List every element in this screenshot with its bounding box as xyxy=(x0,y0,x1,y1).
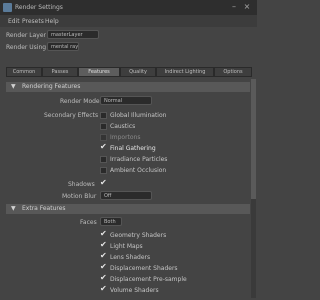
caustics-checkbox[interactable] xyxy=(100,123,107,130)
geometry-shaders-checkbox[interactable]: ✔ xyxy=(100,229,107,239)
geometry-shaders-label: Geometry Shaders xyxy=(110,232,167,239)
light-maps-checkbox[interactable]: ✔ xyxy=(100,240,107,250)
displacement-shaders-label: Displacement Shaders xyxy=(110,265,178,272)
importons-checkbox[interactable] xyxy=(100,134,107,141)
menu-bar: Edit Presets Help xyxy=(0,15,257,27)
checkmark-icon: ✔ xyxy=(100,178,107,187)
render-mode-label: Render Mode xyxy=(60,98,100,105)
render-using-label: Render Using xyxy=(6,44,47,51)
caustics-label: Caustics xyxy=(110,123,136,130)
tab-bar: Common Passes Features Quality Indirect … xyxy=(6,67,252,77)
render-using-dropdown[interactable]: mental ray xyxy=(47,42,79,51)
irradiance-particles-checkbox[interactable] xyxy=(100,156,107,163)
checkmark-icon: ✔ xyxy=(100,142,107,151)
render-settings-window: Render Settings – × Edit Presets Help Re… xyxy=(0,0,257,300)
motion-blur-label: Motion Blur xyxy=(62,193,97,200)
checkmark-icon: ✔ xyxy=(100,273,107,282)
displacement-shaders-checkbox[interactable]: ✔ xyxy=(100,262,107,272)
window-title: Render Settings xyxy=(15,4,63,11)
tab-common[interactable]: Common xyxy=(6,67,42,77)
checkmark-icon: ✔ xyxy=(100,251,107,260)
volume-shaders-checkbox[interactable]: ✔ xyxy=(100,284,107,294)
final-gathering-checkbox[interactable]: ✔ xyxy=(100,142,107,152)
title-bar: Render Settings – × xyxy=(0,0,257,15)
ambient-occlusion-label: Ambient Occlusion xyxy=(110,167,167,174)
secondary-effects-label: Secondary Effects xyxy=(44,112,99,119)
faces-dropdown[interactable]: Both xyxy=(100,217,122,226)
faces-label: Faces xyxy=(80,219,97,226)
menu-presets[interactable]: Presets xyxy=(22,18,44,25)
displacement-presample-label: Displacement Pre-sample xyxy=(110,276,187,283)
rendering-features-header[interactable]: ▼ Rendering Features xyxy=(6,82,250,92)
ambient-occlusion-checkbox[interactable] xyxy=(100,167,107,174)
menu-edit[interactable]: Edit xyxy=(8,18,20,25)
checkmark-icon: ✔ xyxy=(100,284,107,293)
tab-features[interactable]: Features xyxy=(78,67,120,77)
tab-quality[interactable]: Quality xyxy=(120,67,156,77)
tab-indirect-lighting[interactable]: Indirect Lighting xyxy=(156,67,214,77)
scrollbar-thumb[interactable] xyxy=(251,79,256,199)
irradiance-particles-label: Irradiance Particles xyxy=(110,156,168,163)
menu-help[interactable]: Help xyxy=(45,18,59,25)
motion-blur-dropdown[interactable]: Off xyxy=(100,191,152,200)
render-layer-label: Render Layer xyxy=(6,32,46,39)
importons-label: Importons xyxy=(110,134,141,141)
tab-options[interactable]: Options xyxy=(214,67,252,77)
tab-passes[interactable]: Passes xyxy=(42,67,78,77)
checkmark-icon: ✔ xyxy=(100,229,107,238)
shadows-label: Shadows xyxy=(68,181,95,188)
volume-shaders-label: Volume Shaders xyxy=(110,287,159,294)
collapse-arrow-icon: ▼ xyxy=(11,205,16,212)
app-icon xyxy=(3,3,12,12)
light-maps-label: Light Maps xyxy=(110,243,143,250)
shadows-checkbox[interactable]: ✔ xyxy=(100,178,107,188)
extra-features-header[interactable]: ▼ Extra Features xyxy=(6,204,250,214)
lens-shaders-checkbox[interactable]: ✔ xyxy=(100,251,107,261)
scrollbar[interactable] xyxy=(251,79,256,298)
collapse-arrow-icon: ▼ xyxy=(11,83,16,90)
checkmark-icon: ✔ xyxy=(100,240,107,249)
global-illumination-label: Global Illumination xyxy=(110,112,167,119)
render-layer-dropdown[interactable]: masterLayer xyxy=(47,30,99,39)
close-icon[interactable]: × xyxy=(242,2,252,12)
final-gathering-label: Final Gathering xyxy=(110,145,156,152)
displacement-presample-checkbox[interactable]: ✔ xyxy=(100,273,107,283)
global-illumination-checkbox[interactable] xyxy=(100,112,107,119)
minimize-icon[interactable]: – xyxy=(229,2,239,12)
checkmark-icon: ✔ xyxy=(100,262,107,271)
render-mode-dropdown[interactable]: Normal xyxy=(100,96,152,105)
lens-shaders-label: Lens Shaders xyxy=(110,254,151,261)
